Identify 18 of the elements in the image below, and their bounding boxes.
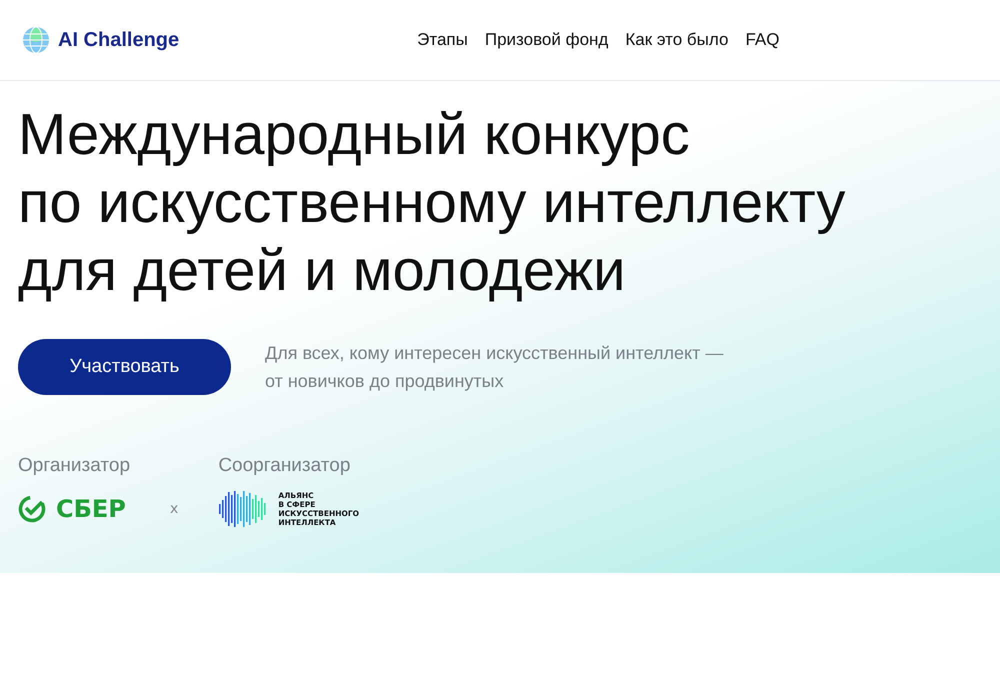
- nav-link[interactable]: Как это было: [625, 30, 728, 50]
- nav-link[interactable]: Этапы: [417, 30, 468, 50]
- headline-line: для детей и молодежи: [18, 237, 627, 305]
- participate-button[interactable]: Участвовать: [18, 339, 231, 395]
- subtitle-text: Для всех, кому интересен искусственный интеллект —: [265, 342, 724, 365]
- headline-line: Международный конкурс: [18, 101, 691, 169]
- nav-link[interactable]: FAQ: [745, 30, 780, 50]
- nav-link[interactable]: Призовой фонд: [484, 30, 608, 50]
- globe-logo-icon: [22, 26, 50, 54]
- site-logo-text[interactable]: AI Challenge: [58, 28, 180, 52]
- organizer-label: Организатор: [18, 455, 130, 477]
- organizer-label: Соорганизатор: [218, 455, 352, 477]
- separator-text: x: [170, 501, 178, 517]
- sound-wave-logo-icon: [218, 491, 268, 527]
- headline-line: по искусственному интеллекту: [18, 169, 846, 237]
- subtitle-text: от новичков до продвинутых: [265, 370, 505, 393]
- sber-logo-text: СБЕР: [56, 495, 126, 523]
- check-circle-logo-icon: [18, 495, 46, 523]
